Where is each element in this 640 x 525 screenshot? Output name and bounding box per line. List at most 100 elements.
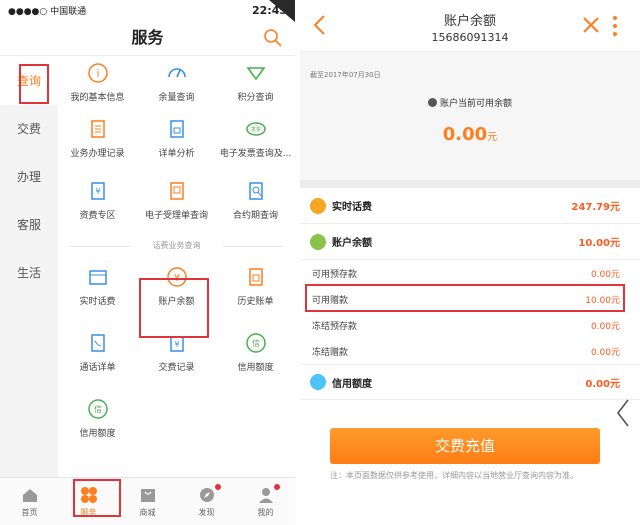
- grid-item-label: 余量查询: [158, 92, 195, 103]
- grid-item-call-detail[interactable]: 通话详单: [58, 319, 137, 385]
- close-icon[interactable]: [582, 16, 600, 34]
- balance-amount: 0.00: [442, 124, 488, 145]
- grid-item-usage[interactable]: 余量查询: [137, 57, 216, 107]
- highlight-box-query: [19, 64, 49, 104]
- balance-summary: 截至2017年07月30日 账户当前可用余额 0.00元: [300, 52, 640, 180]
- account-balance-screen: 账户余额 15686091314 截至2017年07月30日 账户当前可用余额 …: [300, 0, 640, 525]
- realtime-fee-row: 实时话费 247.79元: [300, 188, 640, 224]
- row-label: 账户余额: [310, 233, 372, 250]
- service-grid: i 我的基本信息 余量查询 积分查询 业务办理记录 详单分析 发票 电子发票查询…: [58, 57, 295, 451]
- grid-item-tariff[interactable]: ¥ 资费专区: [58, 169, 137, 231]
- grid-item-basic-info[interactable]: i 我的基本信息: [58, 57, 137, 107]
- grid-item-label: 业务办理记录: [70, 148, 125, 159]
- available-balance-value: 0.00元: [300, 124, 640, 145]
- grid-item-label: 实时话费: [79, 296, 116, 307]
- row-value: 247.79元: [571, 202, 620, 213]
- credit-icon: [310, 374, 326, 390]
- realtime-fee-icon: [88, 269, 107, 285]
- balance-unit: 元: [487, 132, 498, 143]
- sidebar-item-service[interactable]: 客服: [0, 201, 58, 249]
- grid-item-label: 历史账单: [237, 296, 274, 307]
- tariff-icon: ¥: [90, 181, 105, 200]
- yuan-icon: [310, 233, 326, 250]
- tab-home[interactable]: 首页: [0, 478, 59, 525]
- mall-icon: [140, 488, 155, 502]
- grid-item-history-bill[interactable]: 历史账单: [216, 253, 295, 319]
- sidebar-item-pay[interactable]: 交费: [0, 105, 58, 153]
- balance-icon: [427, 98, 437, 107]
- row-label: 实时话费: [310, 197, 372, 214]
- carrier-label: ●●●●○ 中国联通: [8, 6, 87, 17]
- available-label-text: 账户当前可用余额: [439, 99, 512, 109]
- user-icon: [258, 487, 273, 503]
- home-icon: [22, 488, 37, 502]
- grid-item-label: 详单分析: [158, 148, 195, 159]
- search-icon[interactable]: [263, 28, 283, 48]
- row-label-text: 冻结预存款: [312, 321, 358, 332]
- svg-text:i: i: [96, 67, 99, 80]
- grid-item-detail-analysis[interactable]: 详单分析: [137, 107, 216, 169]
- row-label-text: 账户余额: [332, 238, 372, 249]
- tab-label: 商城: [139, 507, 156, 517]
- section-title: 话费业务查询: [58, 239, 295, 253]
- grid-item-credit-limit-2[interactable]: 信 信用额度: [58, 385, 137, 451]
- grid-item-label: 积分查询: [237, 92, 274, 103]
- grid-item-business-record[interactable]: 业务办理记录: [58, 107, 137, 169]
- invoice-icon: 发票: [245, 121, 266, 136]
- recharge-button[interactable]: 交费充值: [330, 428, 600, 464]
- sidebar-item-life[interactable]: 生活: [0, 249, 58, 297]
- history-bill-icon: [248, 267, 263, 286]
- receipt-icon: [169, 181, 184, 200]
- row-label-text: 冻结赠款: [312, 347, 349, 358]
- credit-limit-row: 信用额度 0.00元: [300, 364, 640, 400]
- row-value: 0.00元: [590, 269, 620, 280]
- account-balance-row: 账户余额 10.00元: [300, 224, 640, 260]
- bottom-tab-bar: 首页 服务 商城 发现 我的: [0, 477, 295, 525]
- tab-mall[interactable]: 商城: [118, 478, 177, 525]
- realtime-fee-icon: [310, 197, 326, 214]
- detail-analysis-icon: [169, 119, 184, 138]
- chevron-left-icon[interactable]: [616, 398, 630, 428]
- tab-discover[interactable]: 发现: [177, 478, 236, 525]
- divider-band: [300, 180, 640, 188]
- as-of-date: 截至2017年07月30日: [310, 71, 381, 79]
- row-label-text: 实时话费: [332, 202, 372, 213]
- grid-item-label: 电子受理单查询: [144, 210, 208, 221]
- info-icon: i: [87, 62, 108, 83]
- highlight-box-balance: [139, 278, 209, 338]
- grid-item-label: 信用额度: [237, 362, 274, 373]
- highlight-box-services-tab: [73, 479, 121, 517]
- compass-icon: [199, 487, 214, 502]
- svg-text:信: 信: [252, 338, 260, 348]
- grid-item-realtime-fee[interactable]: 实时话费: [58, 253, 137, 319]
- svg-text:¥: ¥: [174, 340, 179, 349]
- row-label-text: 可用预存款: [312, 269, 358, 280]
- gauge-icon: [167, 67, 186, 77]
- tab-mine[interactable]: 我的: [236, 478, 295, 525]
- balance-header: 账户余额 15686091314: [300, 0, 640, 52]
- grid-item-contract[interactable]: 合约期查询: [216, 169, 295, 231]
- grid-item-label: 信用额度: [79, 428, 116, 439]
- svg-text:发票: 发票: [250, 126, 260, 133]
- back-icon[interactable]: [312, 14, 326, 36]
- highlight-box-gift-row: [305, 284, 625, 312]
- row-value: 0.00元: [585, 378, 620, 390]
- frozen-gift-row: 冻结赠款 0.00元: [300, 338, 640, 364]
- grid-item-invoice[interactable]: 发票 电子发票查询及...: [216, 107, 295, 169]
- grid-item-points[interactable]: 积分查询: [216, 57, 295, 107]
- tab-label: 我的: [257, 507, 274, 517]
- grid-item-e-receipt[interactable]: 电子受理单查询: [137, 169, 216, 231]
- contract-icon: [248, 181, 263, 200]
- grid-item-credit-limit[interactable]: 信 信用额度: [216, 319, 295, 385]
- row-value: 0.00元: [590, 347, 620, 358]
- available-prepaid-row: 可用预存款 0.00元: [300, 260, 640, 286]
- notification-dot: [274, 484, 280, 490]
- row-value: 10.00元: [578, 238, 620, 249]
- more-icon[interactable]: [612, 15, 618, 37]
- svg-text:信: 信: [94, 404, 102, 414]
- call-detail-icon: [90, 333, 105, 352]
- document-icon: [90, 119, 105, 138]
- sidebar-item-handle[interactable]: 办理: [0, 153, 58, 201]
- notification-dot: [215, 484, 221, 490]
- disclaimer-note: 注：本页面数据仅供参考使用，详细内容以当地营业厅查询内容为准。: [330, 471, 578, 480]
